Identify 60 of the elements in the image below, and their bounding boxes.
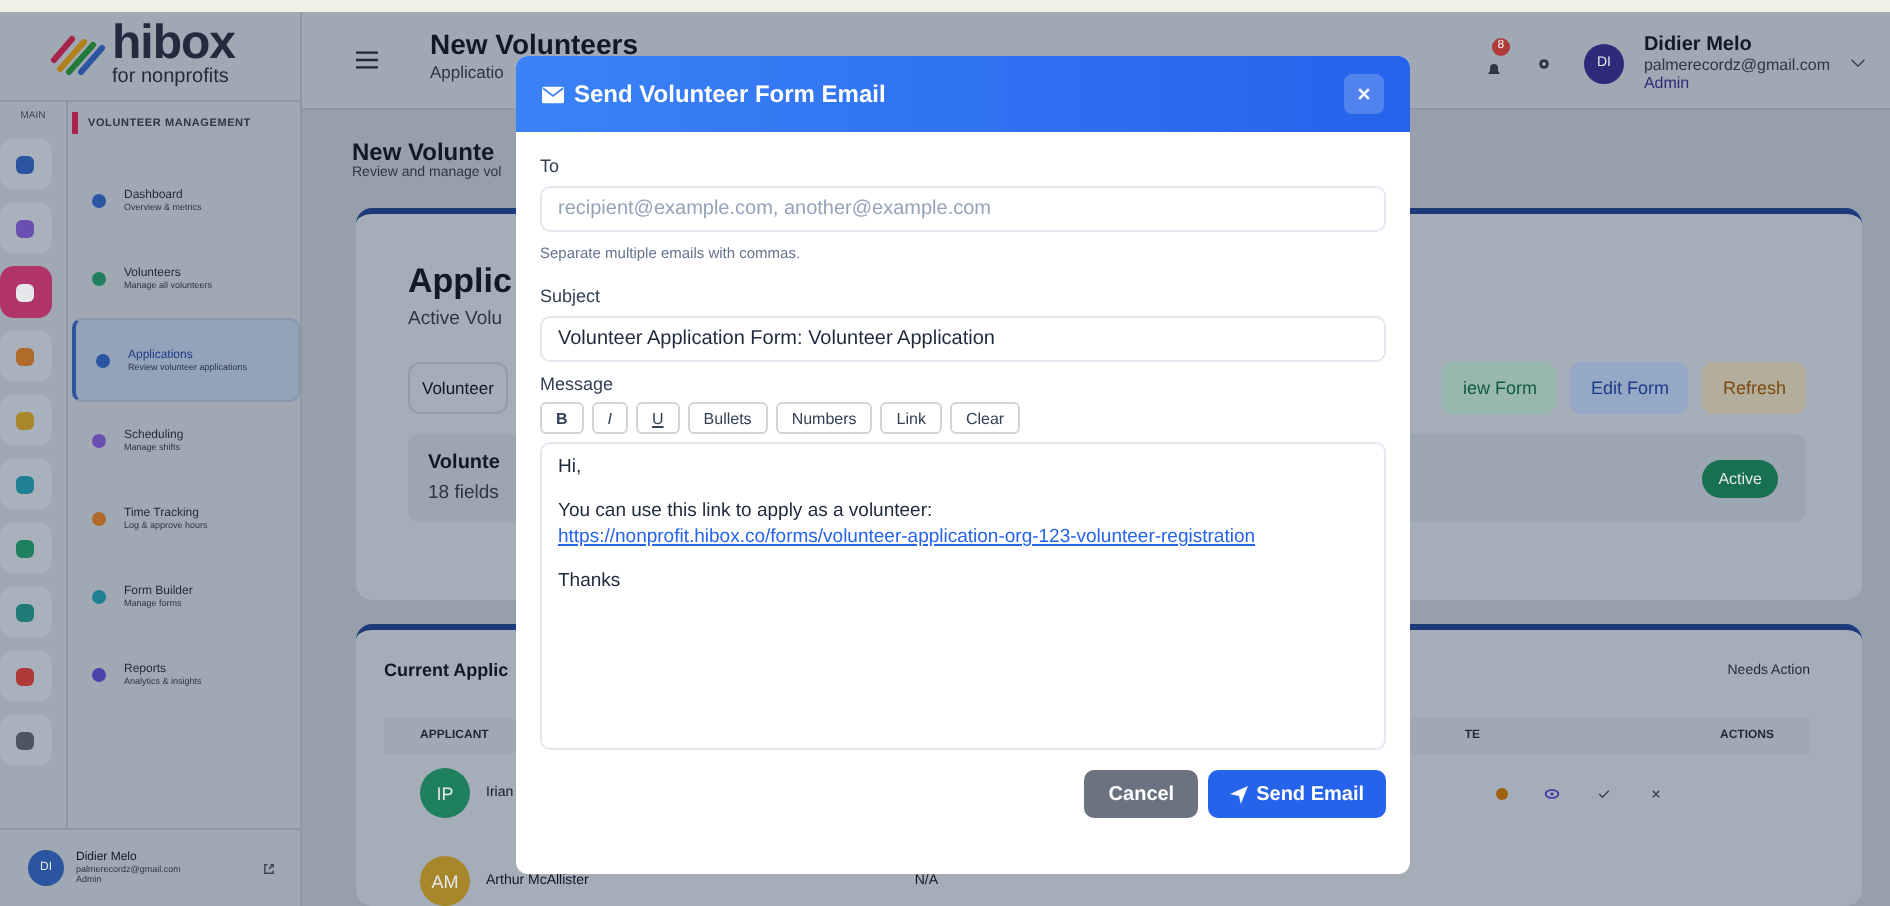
settings-icon[interactable] — [1535, 55, 1552, 71]
rail-icon — [16, 283, 34, 301]
page-subtitle: Applicatio — [430, 62, 506, 82]
check-icon[interactable] — [1596, 785, 1612, 801]
card-title: Current Applic — [384, 660, 509, 680]
chevron-down-icon[interactable] — [1850, 58, 1866, 68]
user-role: Admin — [1643, 74, 1692, 92]
card-title: Applic — [408, 262, 512, 302]
dialog-title: Send Volunteer Form Email — [574, 80, 886, 108]
message-text: Thanks — [558, 568, 621, 594]
form-select[interactable]: Volunteer — [408, 362, 508, 414]
rail-button[interactable] — [0, 714, 51, 766]
send-icon — [1230, 785, 1249, 803]
format-button[interactable]: B — [540, 402, 584, 434]
format-button[interactable]: U — [636, 402, 680, 434]
message-text: You can use this link to apply as a volunteer: — [558, 498, 933, 524]
to-field[interactable]: recipient@example.com, another@example.com — [540, 186, 1386, 232]
rail-button[interactable] — [0, 138, 51, 190]
message-field[interactable]: Hi, You can use this link to apply as a volunteer: https://nonprofit.hibox.co/forms/volunteer-application-org-123-volunteer-registration Thanks — [540, 442, 1386, 750]
format-button[interactable]: I — [591, 402, 629, 434]
send-email-button[interactable]: Send Email — [1208, 770, 1386, 818]
close-icon — [1356, 86, 1372, 102]
user-email: palmerecordz@gmail.com — [1643, 56, 1830, 74]
card-subtitle: Active Volu — [408, 308, 502, 330]
menu-icon[interactable] — [356, 50, 378, 70]
applicant-avatar: IP — [420, 768, 470, 818]
eye-icon[interactable] — [1544, 785, 1560, 801]
format-button[interactable]: Clear — [949, 402, 1021, 434]
form-action-button[interactable]: Edit Form — [1570, 362, 1689, 414]
rail-button[interactable] — [0, 650, 51, 702]
form-name: Volunte — [428, 452, 500, 474]
field-label: To — [540, 156, 562, 176]
user-name: Didier Melo — [1643, 34, 1754, 56]
form-action-button[interactable]: iew Form — [1442, 362, 1557, 414]
close-icon[interactable] — [1648, 785, 1664, 801]
rail-button[interactable] — [0, 202, 51, 254]
cancel-button[interactable]: Cancel — [1084, 770, 1199, 818]
brand-logo: hibox for nonprofits — [0, 12, 300, 92]
form-action-button[interactable]: Refresh — [1702, 362, 1806, 414]
rail-button[interactable] — [0, 266, 51, 318]
section-heading: New Volunte — [352, 138, 495, 166]
format-button[interactable]: Bullets — [687, 402, 768, 434]
bell-icon[interactable] — [1483, 59, 1504, 79]
applicant-avatar: AM — [420, 856, 470, 906]
field-label: Subject — [540, 286, 603, 306]
rail-button[interactable] — [0, 586, 51, 638]
message-text: Hi, — [558, 454, 582, 480]
format-button[interactable]: Link — [880, 402, 942, 434]
form-link[interactable]: https://nonprofit.hibox.co/forms/volunteer-application-org-123-volunteer-registration — [558, 524, 1256, 550]
page-title: New Volunteers — [430, 30, 638, 60]
rail-button[interactable] — [0, 458, 51, 510]
field-count: 18 fields — [428, 482, 500, 504]
rail-button[interactable] — [0, 522, 51, 574]
subject-field[interactable]: Volunteer Application Form: Volunteer Application — [540, 316, 1386, 362]
close-button[interactable] — [1344, 74, 1384, 114]
field-label: Message — [540, 374, 616, 394]
status-badge: Active — [1702, 459, 1778, 497]
external-link-icon[interactable] — [262, 861, 276, 875]
envelope-icon — [542, 85, 564, 103]
format-button[interactable]: Numbers — [775, 402, 873, 434]
